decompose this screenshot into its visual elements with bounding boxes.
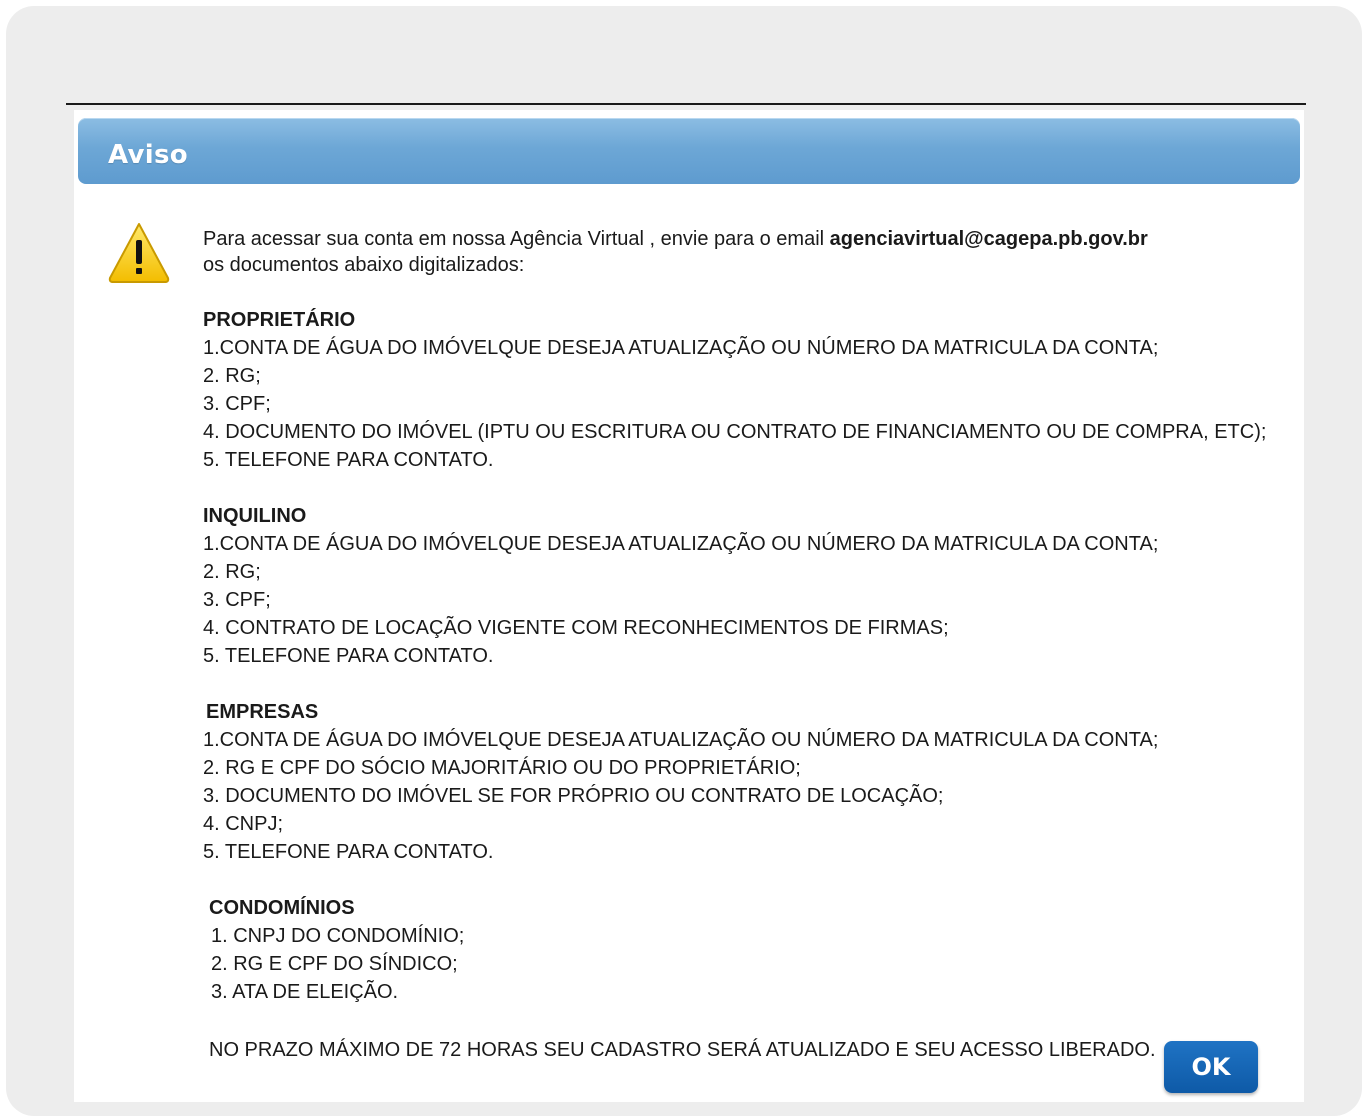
- section-heading: EMPRESAS: [206, 701, 319, 723]
- list-item: 3. CPF;: [203, 393, 271, 415]
- list-item: 3. DOCUMENTO DO IMÓVEL SE FOR PRÓPRIO OU…: [203, 785, 944, 807]
- divider: [66, 103, 1306, 105]
- section-heading: INQUILINO: [203, 505, 307, 527]
- section-heading: PROPRIETÁRIO: [203, 309, 356, 331]
- list-item: 1. CNPJ DO CONDOMÍNIO;: [211, 925, 465, 947]
- list-item: 3. CPF;: [203, 589, 271, 611]
- dialog-titlebar: Aviso: [78, 118, 1300, 184]
- list-item: 2. RG E CPF DO SÍNDICO;: [211, 953, 458, 975]
- list-item: 4. CNPJ;: [203, 813, 284, 835]
- list-item: 4. CONTRATO DE LOCAÇÃO VIGENTE COM RECON…: [203, 617, 949, 639]
- warning-icon: [108, 223, 170, 283]
- ok-button[interactable]: OK: [1164, 1041, 1258, 1093]
- intro-line: Para acessar sua conta em nossa Agência …: [203, 228, 830, 250]
- list-item: 5. TELEFONE PARA CONTATO.: [203, 449, 494, 471]
- list-item: 2. RG;: [203, 365, 261, 387]
- footer-note: NO PRAZO MÁXIMO DE 72 HORAS SEU CADASTRO…: [209, 1039, 1156, 1061]
- list-item: 5. TELEFONE PARA CONTATO.: [203, 841, 494, 863]
- list-item: 4. DOCUMENTO DO IMÓVEL (IPTU OU ESCRITUR…: [203, 421, 1267, 443]
- section-inquilino: INQUILINO 1.CONTA DE ÁGUA DO IMÓVELQUE D…: [203, 502, 1283, 670]
- list-item: 5. TELEFONE PARA CONTATO.: [203, 645, 494, 667]
- dialog-title: Aviso: [108, 140, 188, 170]
- list-item: 2. RG;: [203, 561, 261, 583]
- dialog-content: Para acessar sua conta em nossa Agência …: [203, 226, 1283, 1064]
- list-item: 1.CONTA DE ÁGUA DO IMÓVELQUE DESEJA ATUA…: [203, 729, 1159, 751]
- section-empresas: EMPRESAS 1.CONTA DE ÁGUA DO IMÓVELQUE DE…: [203, 698, 1283, 866]
- list-item: 3. ATA DE ELEIÇÃO.: [211, 981, 399, 1003]
- list-item: 2. RG E CPF DO SÓCIO MAJORITÁRIO OU DO P…: [203, 757, 801, 779]
- notice-dialog: Aviso Para acessar sua conta em nossa Ag…: [74, 110, 1304, 1102]
- list-item: 1.CONTA DE ÁGUA DO IMÓVELQUE DESEJA ATUA…: [203, 533, 1159, 555]
- intro-text: Para acessar sua conta em nossa Agência …: [203, 226, 1283, 278]
- intro-line-2: os documentos abaixo digitalizados:: [203, 254, 525, 276]
- contact-email: agenciavirtual@cagepa.pb.gov.br: [829, 228, 1148, 250]
- list-item: 1.CONTA DE ÁGUA DO IMÓVELQUE DESEJA ATUA…: [203, 337, 1159, 359]
- section-condominios: CONDOMÍNIOS 1. CNPJ DO CONDOMÍNIO; 2. RG…: [203, 894, 1283, 1006]
- section-proprietario: PROPRIETÁRIO 1.CONTA DE ÁGUA DO IMÓVELQU…: [203, 306, 1283, 474]
- section-heading: CONDOMÍNIOS: [209, 897, 355, 919]
